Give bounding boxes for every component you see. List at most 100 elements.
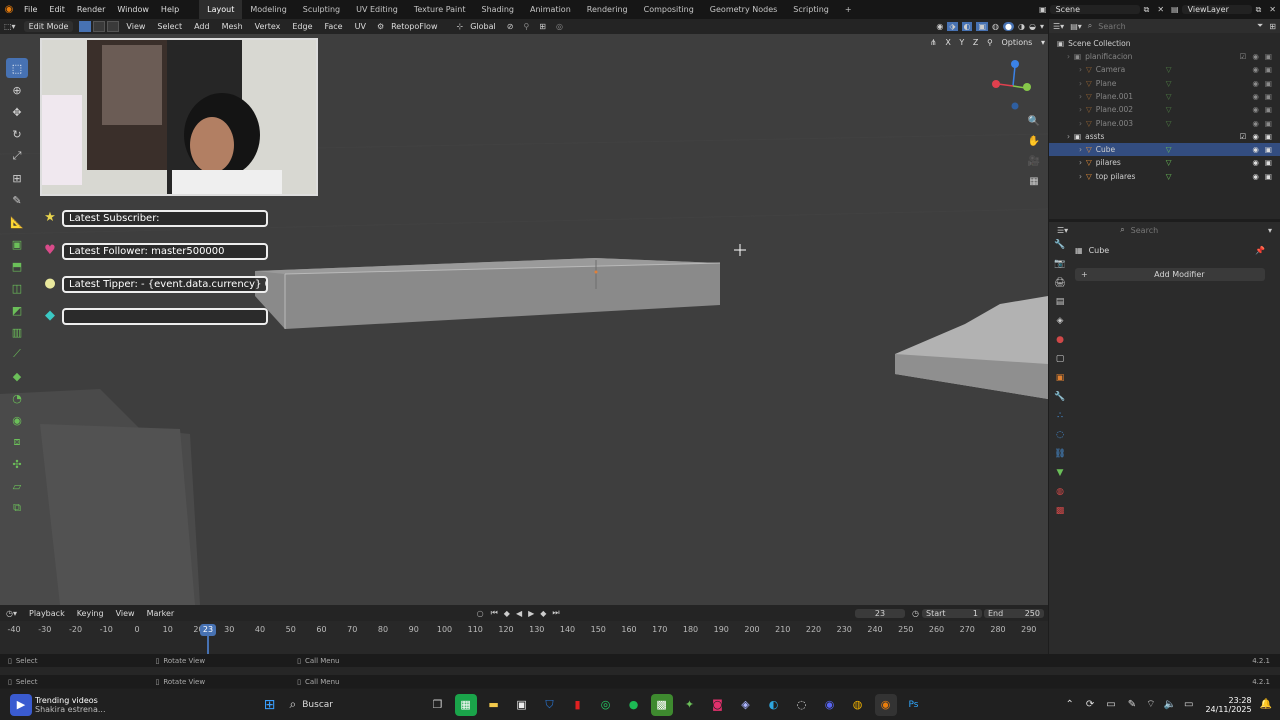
camera-view-icon[interactable]: 🎥 <box>1026 156 1042 170</box>
menu-marker[interactable]: Marker <box>141 609 181 618</box>
filter-icon[interactable]: ⏷ <box>1257 21 1263 31</box>
play-icon[interactable]: ▶ <box>525 609 537 618</box>
chevron-right-icon[interactable]: › <box>1067 132 1070 141</box>
mesh-data-icon[interactable]: ▽ <box>1166 65 1172 74</box>
eye-icon[interactable]: ◉ <box>1252 145 1259 154</box>
mesh-data-icon[interactable]: ▽ <box>1166 119 1172 128</box>
menu-timeline-view[interactable]: View <box>110 609 141 618</box>
retopoflow-menu[interactable]: RetopoFlow <box>386 22 442 31</box>
render-tab-icon[interactable]: 📷 <box>1053 259 1067 274</box>
mesh-data-icon[interactable]: ▽ <box>1166 145 1172 154</box>
workspace-tab-compositing[interactable]: Compositing <box>636 0 702 19</box>
delete-scene-icon[interactable]: ✕ <box>1153 5 1168 14</box>
prev-key-icon[interactable]: ◆ <box>501 609 513 618</box>
outliner-row[interactable]: › ▣ planificacion ☑ ◉ ▣ <box>1049 50 1280 63</box>
volume-icon[interactable]: 🔈 <box>1164 699 1176 710</box>
delete-view-layer-icon[interactable]: ✕ <box>1265 5 1280 14</box>
render-visibility-icon[interactable]: ▣ <box>1265 119 1272 128</box>
render-visibility-icon[interactable]: ▣ <box>1265 65 1272 74</box>
edge-slide-tool-icon[interactable]: ⧈ <box>6 432 28 452</box>
jump-end-icon[interactable]: ⏭ <box>549 608 562 618</box>
measure-tool-icon[interactable]: 📐 <box>6 212 28 232</box>
eye-icon[interactable]: ◉ <box>1252 158 1259 167</box>
chevron-down-icon[interactable]: ▾ <box>1268 226 1272 235</box>
mesh-data-icon[interactable]: ▽ <box>1166 79 1172 88</box>
render-visibility-icon[interactable]: ▣ <box>1265 52 1272 61</box>
material-tab-icon[interactable]: ◍ <box>1053 487 1067 502</box>
pdf-app-icon[interactable]: ▮ <box>567 694 589 716</box>
workspace-tab-geometry-nodes[interactable]: Geometry Nodes <box>702 0 785 19</box>
mirror-y-toggle[interactable]: Y <box>959 38 964 47</box>
chrome-icon[interactable]: ◍ <box>847 694 869 716</box>
transform-orientation-selector[interactable]: Global <box>465 22 501 31</box>
chevron-right-icon[interactable]: › <box>1079 65 1082 74</box>
texture-tab-icon[interactable]: ▩ <box>1053 506 1067 521</box>
spin-tool-icon[interactable]: ◔ <box>6 388 28 408</box>
shrink-tool-icon[interactable]: ✣ <box>6 454 28 474</box>
view-layer-selector[interactable]: ViewLayer <box>1181 5 1252 14</box>
chevron-right-icon[interactable]: › <box>1079 119 1082 128</box>
menu-select[interactable]: Select <box>152 22 187 31</box>
properties-search-input[interactable]: Search <box>1131 226 1211 235</box>
eye-icon[interactable]: ◉ <box>1252 105 1259 114</box>
notifications-bell-icon[interactable]: 🔔 <box>1260 699 1272 710</box>
outliner-editor-icon[interactable]: ☰▾ <box>1053 22 1064 31</box>
view-layer-tab-icon[interactable]: ▤ <box>1053 297 1067 312</box>
physics-tab-icon[interactable]: ◌ <box>1053 430 1067 445</box>
sync-icon[interactable]: ⟳ <box>1086 699 1094 710</box>
data-tab-icon[interactable]: ▼ <box>1053 468 1067 483</box>
properties-editor-icon[interactable]: ☰▾ <box>1057 226 1068 235</box>
pin-icon[interactable]: 📌 <box>1255 246 1265 255</box>
pan-hand-icon[interactable]: ✋ <box>1026 136 1042 150</box>
eye-icon[interactable]: ◉ <box>1252 79 1259 88</box>
exclude-checkbox[interactable]: ☑ <box>1240 132 1247 141</box>
rotate-tool-icon[interactable]: ↻ <box>6 124 28 144</box>
mesh-data-icon[interactable]: ▽ <box>1166 105 1172 114</box>
next-key-icon[interactable]: ◆ <box>537 609 549 618</box>
chevron-right-icon[interactable]: › <box>1067 52 1070 61</box>
snap-icon[interactable]: ⚲ <box>987 38 993 47</box>
new-collection-icon[interactable]: ⊞ <box>1269 22 1276 31</box>
outliner-row[interactable]: › ▽ pilares ▽ ◉ ▣ <box>1049 156 1280 169</box>
workspace-tab-rendering[interactable]: Rendering <box>579 0 636 19</box>
outliner-row[interactable]: › ▽ Camera ▽ ◉ ▣ <box>1049 63 1280 76</box>
play-reverse-icon[interactable]: ◀ <box>513 609 525 618</box>
chevron-right-icon[interactable]: › <box>1079 79 1082 88</box>
store-icon[interactable]: ▣ <box>511 694 533 716</box>
eye-icon[interactable]: ◉ <box>1252 52 1259 61</box>
chevron-right-icon[interactable]: › <box>1079 105 1082 114</box>
select-box-tool-icon[interactable]: ⬚ <box>6 58 28 78</box>
outliner-row[interactable]: › ▽ Plane ▽ ◉ ▣ <box>1049 77 1280 90</box>
knife-tool-icon[interactable]: ⟋ <box>6 344 28 364</box>
outliner-row[interactable]: › ▽ Plane.002 ▽ ◉ ▣ <box>1049 103 1280 116</box>
outliner-row[interactable]: › ▣ assts ☑ ◉ ▣ <box>1049 130 1280 143</box>
zoom-icon[interactable]: 🔍 <box>1026 116 1042 130</box>
workspace-tab-sculpting[interactable]: Sculpting <box>295 0 348 19</box>
outliner-row[interactable]: › ▽ Plane.001 ▽ ◉ ▣ <box>1049 90 1280 103</box>
terminal-app-icon[interactable]: ▦ <box>454 693 477 716</box>
mirror-x-toggle[interactable]: X <box>945 38 950 47</box>
windows-start-icon[interactable]: ⊞ <box>259 694 281 716</box>
auto-key-icon[interactable]: ○ <box>473 609 488 618</box>
clock[interactable]: 23:28 24/11/2025 <box>1205 696 1251 714</box>
edge-browser-icon[interactable]: ◐ <box>763 694 785 716</box>
gizmo-toggle-icon[interactable]: ⬗ <box>947 22 958 31</box>
smooth-tool-icon[interactable]: ◉ <box>6 410 28 430</box>
modifier-tab-icon[interactable]: 🔧 <box>1053 392 1067 407</box>
menu-edge[interactable]: Edge <box>287 22 317 31</box>
photoshop-icon[interactable]: Ps <box>903 694 925 716</box>
whatsapp-icon[interactable]: ◎ <box>595 694 617 716</box>
shading-rendered-icon[interactable]: ◒ <box>1029 22 1036 31</box>
transform-tool-icon[interactable]: ⊞ <box>6 168 28 188</box>
loop-cut-tool-icon[interactable]: ▥ <box>6 322 28 342</box>
chevron-right-icon[interactable]: › <box>1079 172 1082 181</box>
add-cube-tool-icon[interactable]: ▣ <box>6 234 28 254</box>
move-tool-icon[interactable]: ✥ <box>6 102 28 122</box>
workspace-tab-texture-paint[interactable]: Texture Paint <box>406 0 474 19</box>
workspace-tab-uv-editing[interactable]: UV Editing <box>348 0 406 19</box>
bevel-tool-icon[interactable]: ◩ <box>6 300 28 320</box>
playhead[interactable] <box>207 636 209 654</box>
tool-tab-icon[interactable]: 🔧 <box>1053 240 1067 255</box>
constraints-tab-icon[interactable]: ⛓ <box>1053 449 1067 464</box>
render-visibility-icon[interactable]: ▣ <box>1265 145 1272 154</box>
